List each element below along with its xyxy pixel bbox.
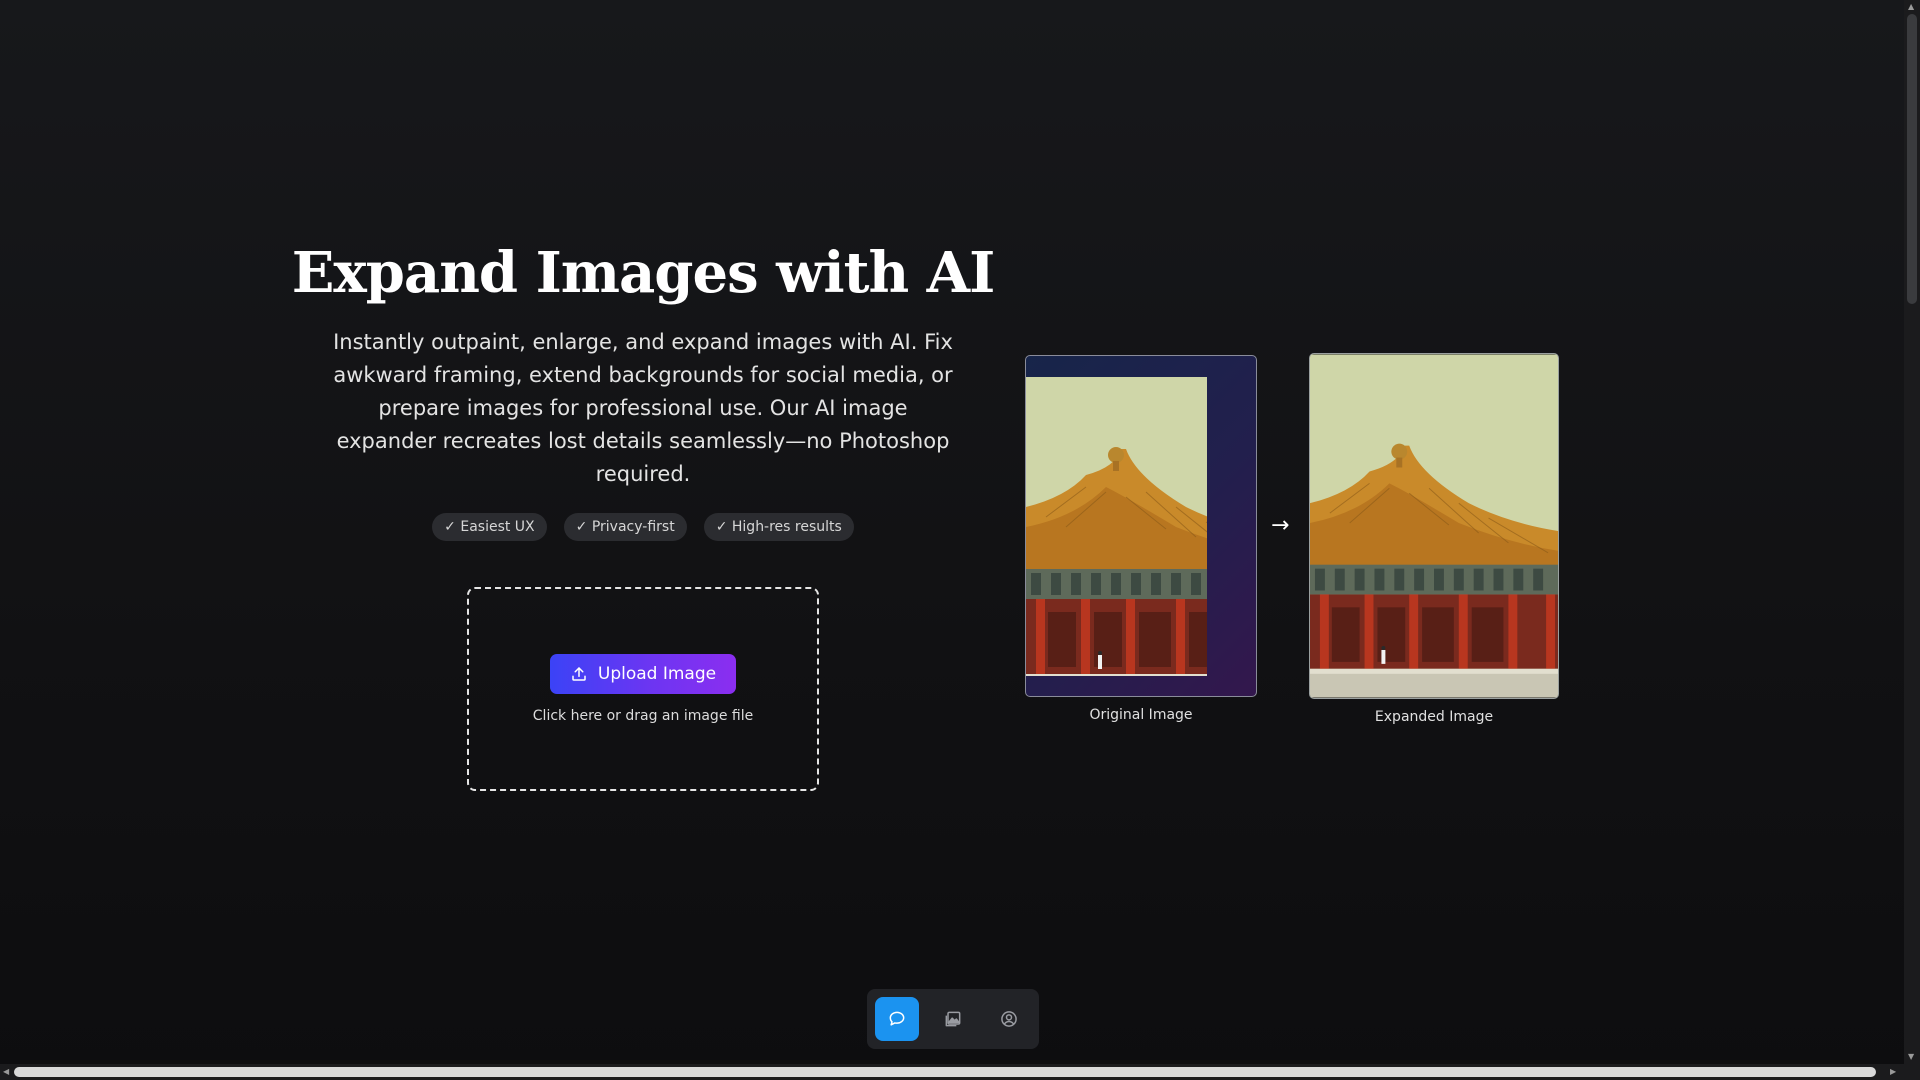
scroll-down-arrow-icon[interactable]: ▼	[1908, 1052, 1914, 1061]
nav-chat-button[interactable]	[875, 997, 919, 1041]
badge-high-res: ✓ High-res results	[703, 513, 854, 541]
upload-image-button[interactable]: Upload Image	[549, 654, 737, 694]
badge-privacy-first: ✓ Privacy-first	[563, 513, 687, 541]
original-image-frame	[1025, 355, 1257, 697]
upload-button-label: Upload Image	[597, 664, 717, 684]
page-title: Expand Images with AI	[291, 240, 996, 306]
upload-icon	[572, 667, 586, 681]
vertical-scroll-thumb[interactable]	[1907, 14, 1917, 304]
dropzone-hint: Click here or drag an image file	[532, 708, 754, 724]
badge-easiest-ux: ✓ Easiest UX	[432, 513, 547, 541]
upload-dropzone[interactable]: Upload Image Click here or drag an image…	[467, 587, 819, 791]
arrow-right-icon: →	[1271, 513, 1290, 538]
image-gallery-icon	[945, 1011, 961, 1027]
page: Expand Images with AI Instantly outpaint…	[0, 0, 1920, 1080]
hero-section: Expand Images with AI Instantly outpaint…	[292, 240, 995, 791]
chat-bubble-icon	[889, 1011, 905, 1026]
expanded-image-caption: Expanded Image	[1374, 709, 1494, 725]
nav-profile-button[interactable]	[987, 997, 1031, 1041]
original-image	[1026, 377, 1207, 676]
horizontal-scroll-thumb[interactable]	[14, 1067, 1876, 1077]
scroll-left-arrow-icon[interactable]: ◀	[3, 1067, 9, 1076]
hero-description: Instantly outpaint, enlarge, and expand …	[333, 330, 953, 486]
nav-gallery-button[interactable]	[931, 997, 975, 1041]
scroll-right-arrow-icon[interactable]: ▶	[1890, 1067, 1896, 1076]
vertical-scrollbar[interactable]: ▲ ▼	[1904, 0, 1920, 1064]
expanded-image	[1309, 353, 1559, 699]
scrollbar-corner	[1904, 1064, 1920, 1080]
feature-badges: ✓ Easiest UX ✓ Privacy-first ✓ High-res …	[432, 513, 854, 541]
bottom-nav	[867, 989, 1039, 1049]
horizontal-scrollbar[interactable]: ◀ ▶	[0, 1064, 1904, 1080]
user-circle-icon	[1001, 1011, 1017, 1027]
scroll-up-arrow-icon[interactable]: ▲	[1908, 2, 1914, 11]
original-image-caption: Original Image	[1089, 707, 1193, 723]
